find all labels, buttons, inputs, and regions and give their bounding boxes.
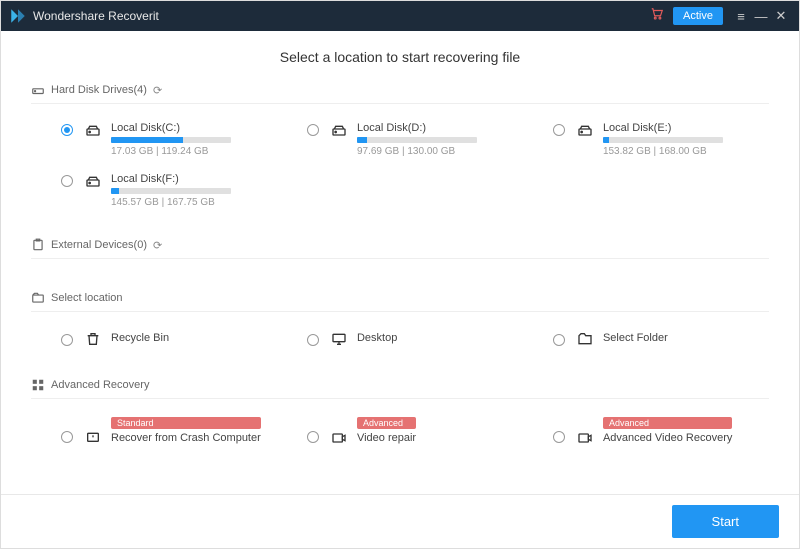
advanced-name: Video repair	[357, 432, 416, 444]
location-item-icon	[83, 330, 103, 348]
section-hard-disk-drives: Hard Disk Drives(4) ⟳ Local Disk(C:) 17.0…	[31, 83, 769, 226]
tier-badge: Standard	[111, 417, 261, 429]
start-button[interactable]: Start	[672, 505, 779, 538]
disk-size: 97.69 GB | 130.00 GB	[357, 146, 519, 157]
location-icon	[31, 291, 45, 305]
external-icon	[31, 238, 45, 252]
advanced-item[interactable]: Advanced Video repair	[277, 409, 523, 455]
section-label: Advanced Recovery	[51, 379, 149, 391]
location-name: Recycle Bin	[111, 332, 169, 344]
advanced-item-icon	[329, 429, 349, 447]
radio-button[interactable]	[61, 124, 73, 136]
radio-button[interactable]	[61, 334, 73, 346]
disk-item[interactable]: Local Disk(F:) 145.57 GB | 167.75 GB	[31, 165, 277, 216]
cart-icon[interactable]	[649, 7, 665, 26]
menu-icon[interactable]: ≡	[731, 9, 751, 24]
app-window: Wondershare Recoverit Active ≡ — ✕ Selec…	[0, 0, 800, 549]
advanced-info: Advanced Video repair	[357, 417, 416, 447]
disk-size: 17.03 GB | 119.24 GB	[111, 146, 273, 157]
app-title: Wondershare Recoverit	[33, 9, 649, 23]
usage-bar	[111, 188, 231, 194]
disk-size: 145.57 GB | 167.75 GB	[111, 197, 273, 208]
advanced-icon	[31, 378, 45, 392]
disk-info: Local Disk(E:) 153.82 GB | 168.00 GB	[603, 122, 765, 157]
radio-button[interactable]	[553, 334, 565, 346]
section-label: Hard Disk Drives(4)	[51, 84, 147, 96]
section-select-location: Select location Recycle Bin Desktop Select…	[31, 291, 769, 366]
usage-bar	[111, 137, 231, 143]
disk-item[interactable]: Local Disk(C:) 17.03 GB | 119.24 GB	[31, 114, 277, 165]
section-header: External Devices(0) ⟳	[31, 238, 769, 259]
hdd-icon	[31, 83, 45, 97]
radio-button[interactable]	[553, 124, 565, 136]
close-icon[interactable]: ✕	[771, 8, 791, 24]
disk-info: Local Disk(C:) 17.03 GB | 119.24 GB	[111, 122, 273, 157]
content-area: Select a location to start recovering fi…	[1, 31, 799, 494]
usage-bar	[603, 137, 723, 143]
radio-button[interactable]	[553, 431, 565, 443]
advanced-name: Recover from Crash Computer	[111, 432, 261, 444]
disk-icon	[83, 173, 103, 191]
disk-info: Local Disk(F:) 145.57 GB | 167.75 GB	[111, 173, 273, 208]
advanced-item-icon	[575, 429, 595, 447]
section-label: External Devices(0)	[51, 239, 147, 251]
location-name: Desktop	[357, 332, 397, 344]
tier-badge: Advanced	[357, 417, 416, 429]
disk-name: Local Disk(D:)	[357, 122, 519, 134]
radio-button[interactable]	[307, 124, 319, 136]
advanced-item[interactable]: Standard Recover from Crash Computer	[31, 409, 277, 455]
minimize-icon[interactable]: —	[751, 9, 771, 24]
page-heading: Select a location to start recovering fi…	[31, 49, 769, 65]
refresh-icon[interactable]: ⟳	[153, 84, 162, 97]
location-item[interactable]: Recycle Bin	[31, 322, 277, 356]
radio-button[interactable]	[61, 175, 73, 187]
radio-button[interactable]	[307, 334, 319, 346]
disk-item[interactable]: Local Disk(E:) 153.82 GB | 168.00 GB	[523, 114, 769, 165]
section-header: Select location	[31, 291, 769, 312]
disk-name: Local Disk(C:)	[111, 122, 273, 134]
advanced-info: Advanced Advanced Video Recovery	[603, 417, 732, 447]
section-advanced-recovery: Advanced Recovery Standard Recover from C…	[31, 378, 769, 465]
section-label: Select location	[51, 292, 123, 304]
disk-icon	[575, 122, 595, 140]
refresh-icon[interactable]: ⟳	[153, 239, 162, 252]
location-item[interactable]: Desktop	[277, 322, 523, 356]
disk-name: Local Disk(F:)	[111, 173, 273, 185]
radio-button[interactable]	[307, 431, 319, 443]
radio-button[interactable]	[61, 431, 73, 443]
tier-badge: Advanced	[603, 417, 732, 429]
footer: Start	[1, 494, 799, 548]
titlebar: Wondershare Recoverit Active ≡ — ✕	[1, 1, 799, 31]
location-item[interactable]: Select Folder	[523, 322, 769, 356]
advanced-item[interactable]: Advanced Advanced Video Recovery	[523, 409, 769, 455]
disk-info: Local Disk(D:) 97.69 GB | 130.00 GB	[357, 122, 519, 157]
section-header: Hard Disk Drives(4) ⟳	[31, 83, 769, 104]
disk-icon	[83, 122, 103, 140]
advanced-name: Advanced Video Recovery	[603, 432, 732, 444]
location-item-icon	[575, 330, 595, 348]
disk-icon	[329, 122, 349, 140]
disk-item[interactable]: Local Disk(D:) 97.69 GB | 130.00 GB	[277, 114, 523, 165]
advanced-info: Standard Recover from Crash Computer	[111, 417, 261, 447]
usage-bar	[357, 137, 477, 143]
active-button[interactable]: Active	[673, 7, 723, 25]
location-name: Select Folder	[603, 332, 668, 344]
disk-size: 153.82 GB | 168.00 GB	[603, 146, 765, 157]
app-logo-icon	[9, 7, 27, 25]
location-item-icon	[329, 330, 349, 348]
disk-name: Local Disk(E:)	[603, 122, 765, 134]
advanced-item-icon	[83, 429, 103, 447]
section-header: Advanced Recovery	[31, 378, 769, 399]
section-external-devices: External Devices(0) ⟳	[31, 238, 769, 279]
